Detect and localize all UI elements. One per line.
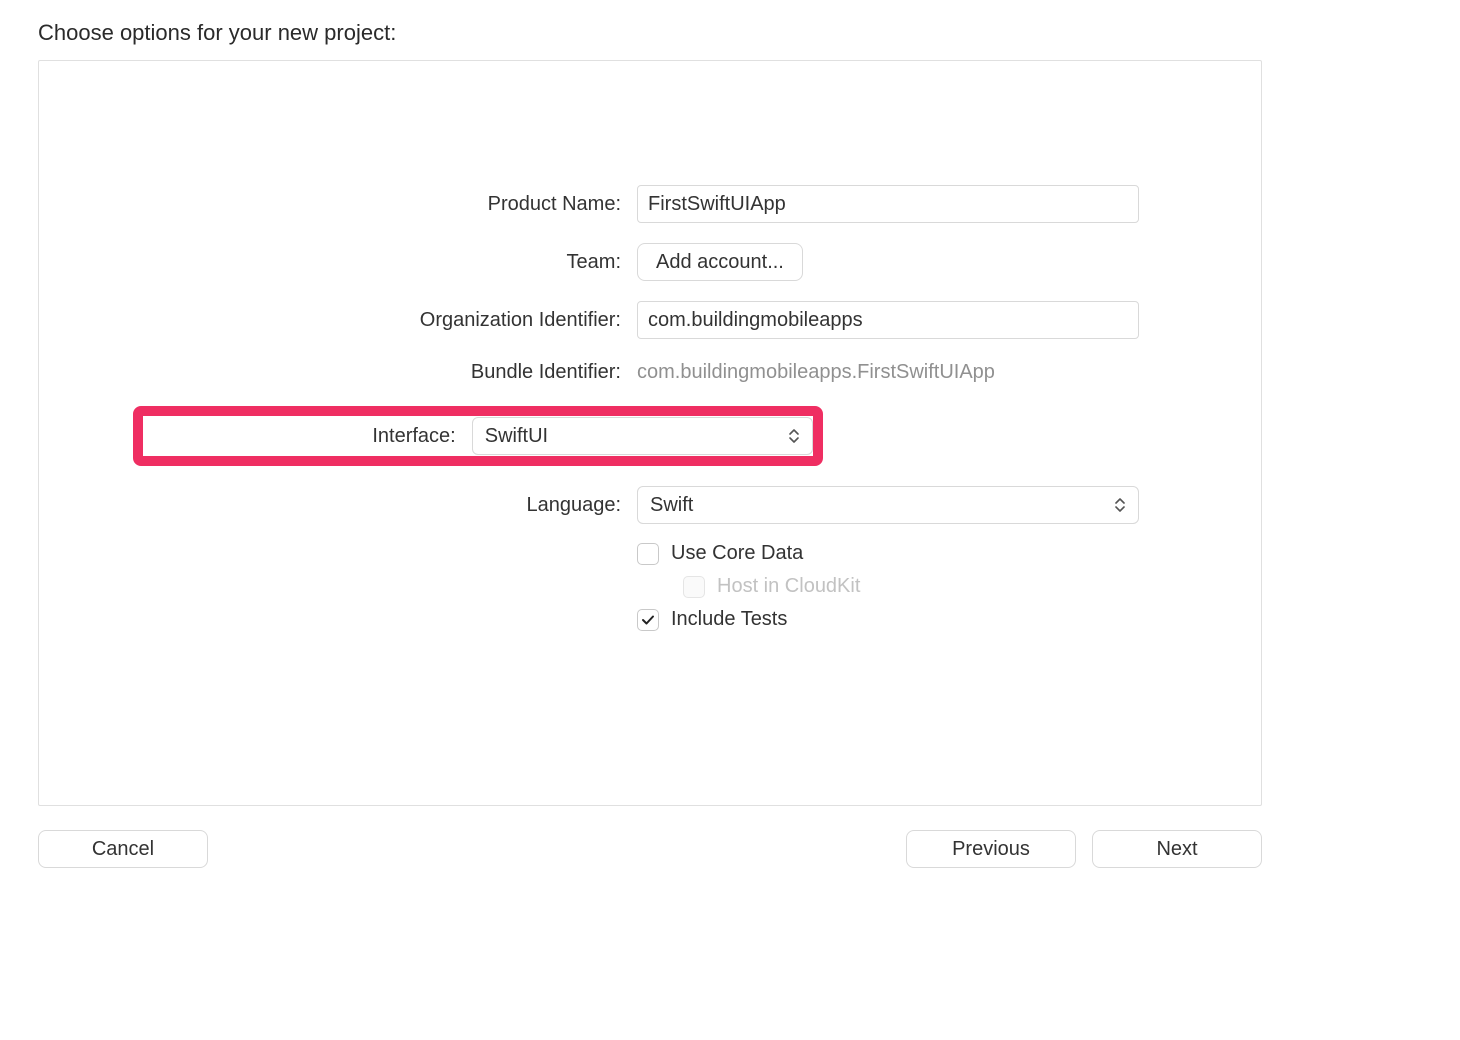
check-icon — [640, 612, 656, 628]
next-button[interactable]: Next — [1092, 830, 1262, 868]
options-panel: Product Name: Team: Add account... Organ… — [38, 60, 1262, 806]
dialog-title: Choose options for your new project: — [38, 20, 1262, 46]
chevron-up-down-icon — [788, 428, 800, 444]
use-core-data-label: Use Core Data — [671, 542, 803, 565]
button-bar: Cancel Previous Next — [38, 830, 1262, 868]
org-identifier-input[interactable] — [637, 301, 1139, 339]
options-form: Product Name: Team: Add account... Organ… — [161, 185, 1139, 631]
use-core-data-checkbox[interactable] — [637, 543, 659, 565]
bundle-identifier-value: com.buildingmobileapps.FirstSwiftUIApp — [637, 359, 1139, 386]
include-tests-checkbox[interactable] — [637, 609, 659, 631]
cancel-button[interactable]: Cancel — [38, 830, 208, 868]
language-label: Language: — [161, 494, 621, 517]
add-account-button[interactable]: Add account... — [637, 243, 803, 281]
language-value: Swift — [650, 494, 693, 517]
host-cloudkit-label: Host in CloudKit — [717, 575, 860, 598]
bundle-identifier-label: Bundle Identifier: — [161, 361, 621, 384]
chevron-up-down-icon — [1114, 497, 1126, 513]
use-core-data-row: Use Core Data — [637, 542, 1139, 565]
include-tests-row: Include Tests — [637, 608, 1139, 631]
product-name-label: Product Name: — [161, 193, 621, 216]
interface-value: SwiftUI — [485, 425, 548, 448]
include-tests-label: Include Tests — [671, 608, 787, 631]
language-popup[interactable]: Swift — [637, 486, 1139, 524]
product-name-input[interactable] — [637, 185, 1139, 223]
org-identifier-label: Organization Identifier: — [161, 309, 621, 332]
interface-popup[interactable]: SwiftUI — [472, 417, 813, 455]
host-cloudkit-checkbox — [683, 576, 705, 598]
team-label: Team: — [161, 251, 621, 274]
interface-label: Interface: — [161, 425, 456, 448]
previous-button[interactable]: Previous — [906, 830, 1076, 868]
interface-row-highlight: Interface: SwiftUI — [133, 406, 823, 466]
host-cloudkit-row: Host in CloudKit — [637, 575, 1139, 598]
checkbox-group: Use Core Data Host in CloudKit Include T… — [637, 542, 1139, 631]
